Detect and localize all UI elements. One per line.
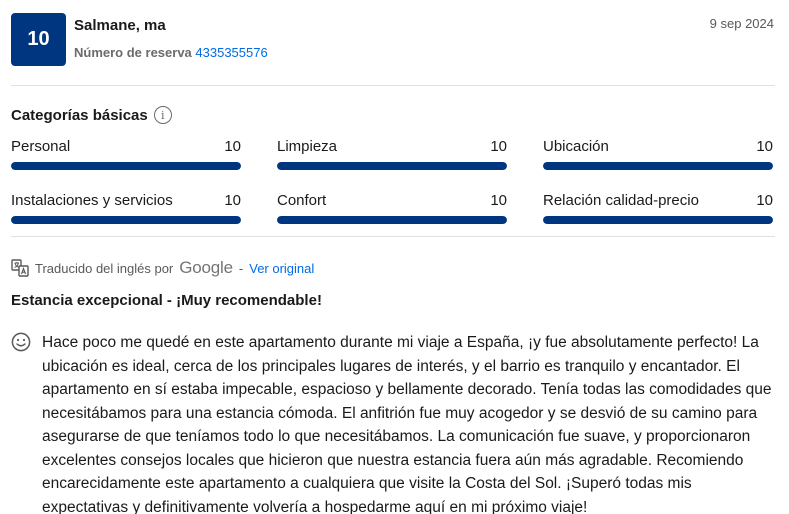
category-bar — [543, 162, 773, 170]
score-badge: 10 — [11, 13, 66, 66]
view-original-link[interactable]: Ver original — [249, 261, 314, 276]
category-label: Limpieza — [277, 138, 338, 155]
translation-notice: Traducido del inglés por Google - Ver or… — [11, 258, 314, 278]
smiley-icon — [11, 332, 31, 352]
category-confort: Confort 10 — [277, 192, 507, 224]
category-label: Confort — [277, 192, 327, 209]
category-score: 10 — [224, 192, 241, 209]
category-personal: Personal 10 — [11, 138, 241, 170]
translation-prefix: Traducido del inglés por — [35, 260, 174, 276]
category-label: Instalaciones y servicios — [11, 192, 173, 209]
booking-info: Número de reserva 4335355576 — [74, 45, 268, 60]
category-label: Relación calidad-precio — [543, 192, 699, 209]
category-label: Personal — [11, 138, 71, 155]
category-calidad-precio: Relación calidad-precio 10 — [543, 192, 773, 224]
category-score: 10 — [490, 138, 507, 155]
guest-name: Salmane, ma — [74, 17, 166, 34]
category-bar-fill — [11, 216, 241, 224]
category-bar — [543, 216, 773, 224]
review-title: Estancia excepcional - ¡Muy recomendable… — [11, 292, 322, 309]
google-logo-text: Google — [179, 258, 233, 277]
booking-number-link[interactable]: 4335355576 — [195, 45, 267, 60]
category-score: 10 — [224, 138, 241, 155]
category-bar — [277, 216, 507, 224]
category-limpieza: Limpieza 10 — [277, 138, 507, 170]
category-score: 10 — [756, 192, 773, 209]
category-bar-fill — [277, 162, 507, 170]
review-date: 9 sep 2024 — [709, 16, 774, 31]
category-label: Ubicación — [543, 138, 609, 155]
category-bar — [11, 162, 241, 170]
review-text: Hace poco me quedé en este apartamento d… — [42, 334, 772, 514]
category-score: 10 — [756, 138, 773, 155]
translate-icon — [11, 259, 29, 277]
category-ubicacion: Ubicación 10 — [543, 138, 773, 170]
translation-separator: - — [238, 260, 244, 276]
category-bar-fill — [277, 216, 507, 224]
category-instalaciones: Instalaciones y servicios 10 — [11, 192, 241, 224]
booking-label: Número de reserva — [74, 45, 192, 60]
category-bar — [11, 216, 241, 224]
category-bar-fill — [543, 216, 773, 224]
categories-title: Categorías básicas — [11, 106, 148, 124]
category-bar-fill — [543, 162, 773, 170]
header-divider — [11, 85, 775, 86]
category-bar — [277, 162, 507, 170]
categories-divider — [11, 236, 775, 237]
info-icon[interactable]: i — [153, 106, 172, 124]
category-score: 10 — [490, 192, 507, 209]
category-bar-fill — [11, 162, 241, 170]
categories-heading: Categorías básicas i — [11, 106, 172, 124]
